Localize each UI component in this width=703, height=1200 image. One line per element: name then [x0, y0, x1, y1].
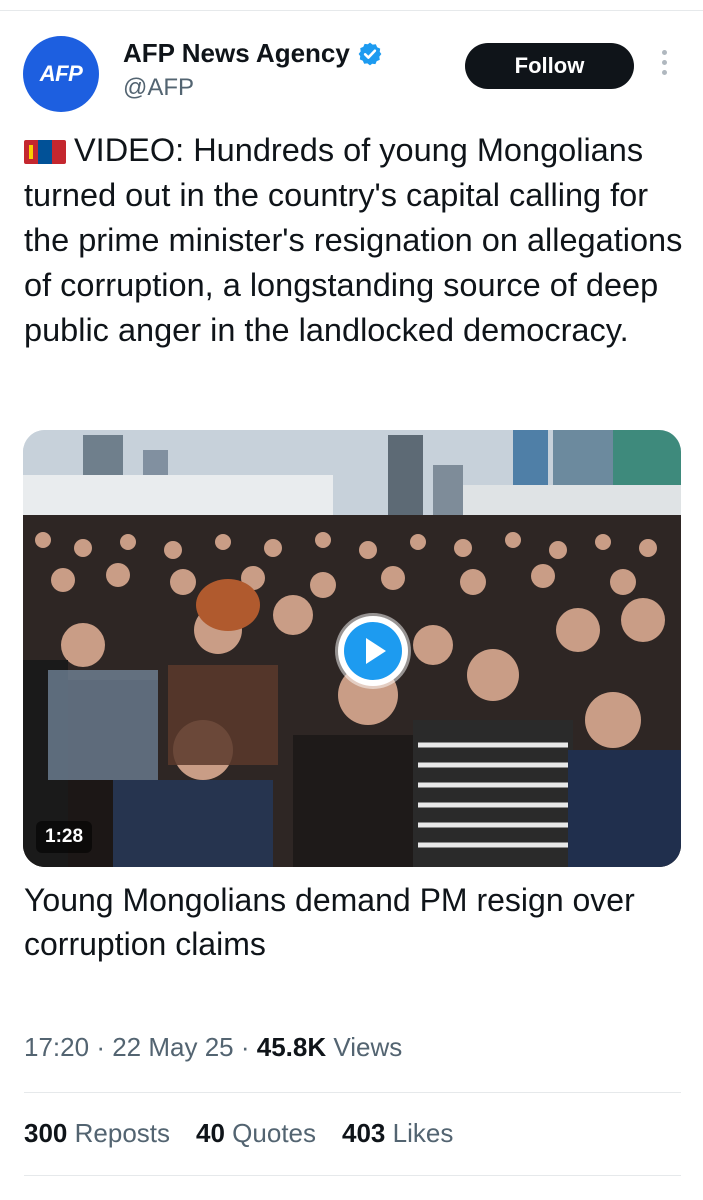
- play-button[interactable]: [338, 616, 408, 686]
- views-count: 45.8K: [256, 1032, 327, 1062]
- tweet-text: VIDEO: Hundreds of young Mongolians turn…: [24, 128, 689, 353]
- verified-badge-icon: [358, 42, 382, 65]
- reposts-label: Reposts: [74, 1118, 171, 1148]
- handle[interactable]: @AFP: [123, 74, 194, 102]
- name-row: AFP News Agency: [123, 38, 383, 69]
- tweet-header: AFP AFP News Agency @AFP Follow: [0, 30, 703, 120]
- tweet-time[interactable]: 17:20: [24, 1032, 89, 1062]
- likes-label: Likes: [392, 1118, 454, 1148]
- follow-button[interactable]: Follow: [465, 43, 634, 89]
- play-icon: [344, 622, 402, 680]
- video-thumbnail[interactable]: [23, 430, 681, 867]
- more-options-icon[interactable]: [657, 50, 671, 84]
- stats-divider-top: [24, 1092, 681, 1093]
- media-caption[interactable]: Young Mongolians demand PM resign over c…: [24, 878, 664, 966]
- quotes-stat[interactable]: 40 Quotes: [196, 1118, 316, 1149]
- quotes-label: Quotes: [232, 1118, 316, 1148]
- display-name[interactable]: AFP News Agency: [123, 38, 350, 69]
- tweet-body: VIDEO: Hundreds of young Mongolians turn…: [24, 132, 683, 348]
- tweet-date[interactable]: 22 May 25: [112, 1032, 233, 1062]
- top-divider: [0, 10, 703, 11]
- engagement-stats: 300 Reposts 40 Quotes 403 Likes: [24, 1118, 479, 1149]
- avatar-logo-text: AFP: [39, 61, 83, 86]
- avatar[interactable]: AFP: [23, 36, 99, 112]
- meta-separator: ·: [96, 1032, 105, 1062]
- likes-count: 403: [342, 1118, 386, 1148]
- likes-stat[interactable]: 403 Likes: [342, 1118, 453, 1149]
- reposts-stat[interactable]: 300 Reposts: [24, 1118, 170, 1149]
- video-duration: 1:28: [36, 821, 93, 853]
- quotes-count: 40: [196, 1118, 225, 1148]
- tweet-meta: 17:20 · 22 May 25 · 45.8K Views: [24, 1032, 402, 1063]
- mongolia-flag-icon: [24, 140, 66, 164]
- meta-separator: ·: [240, 1032, 250, 1062]
- views-label: Views: [333, 1032, 403, 1062]
- reposts-count: 300: [24, 1118, 68, 1148]
- stats-divider-bottom: [24, 1175, 681, 1176]
